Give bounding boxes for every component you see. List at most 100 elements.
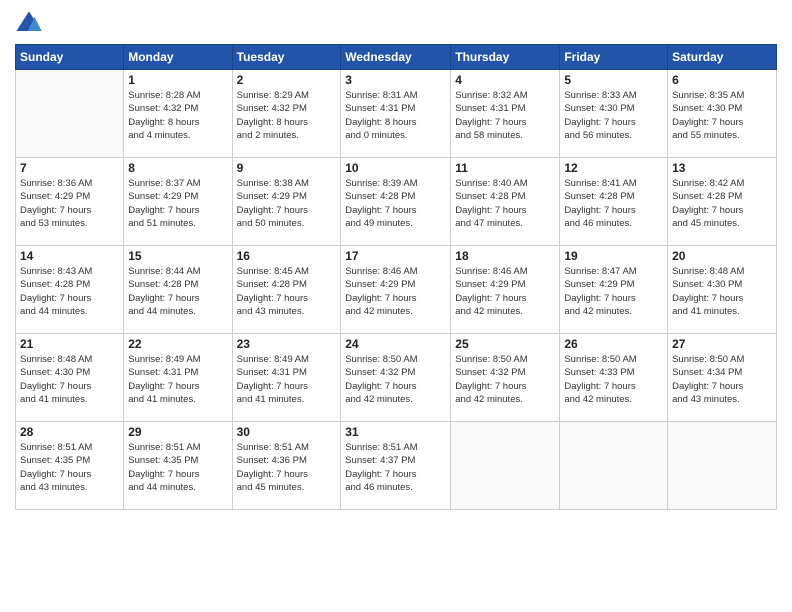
day-info: Sunrise: 8:42 AM Sunset: 4:28 PM Dayligh… [672, 177, 772, 230]
page: SundayMondayTuesdayWednesdayThursdayFrid… [0, 0, 792, 612]
day-number: 31 [345, 425, 446, 439]
day-info: Sunrise: 8:47 AM Sunset: 4:29 PM Dayligh… [564, 265, 663, 318]
calendar-cell: 20 Sunrise: 8:48 AM Sunset: 4:30 PM Dayli… [668, 246, 777, 334]
calendar-body: 1 Sunrise: 8:28 AM Sunset: 4:32 PM Daylig… [16, 70, 777, 510]
day-number: 21 [20, 337, 119, 351]
day-number: 28 [20, 425, 119, 439]
day-number: 25 [455, 337, 555, 351]
day-number: 19 [564, 249, 663, 263]
calendar-cell: 17 Sunrise: 8:46 AM Sunset: 4:29 PM Dayli… [341, 246, 451, 334]
day-number: 2 [237, 73, 337, 87]
day-info: Sunrise: 8:51 AM Sunset: 4:37 PM Dayligh… [345, 441, 446, 494]
day-info: Sunrise: 8:51 AM Sunset: 4:35 PM Dayligh… [128, 441, 227, 494]
calendar-cell: 14 Sunrise: 8:43 AM Sunset: 4:28 PM Dayli… [16, 246, 124, 334]
logo [15, 10, 45, 38]
day-info: Sunrise: 8:43 AM Sunset: 4:28 PM Dayligh… [20, 265, 119, 318]
day-number: 26 [564, 337, 663, 351]
calendar-cell: 18Sunrise: 8:46 AM Sunset: 4:29 PM Dayli… [451, 246, 560, 334]
calendar-cell: 15Sunrise: 8:44 AM Sunset: 4:28 PM Dayli… [124, 246, 232, 334]
logo-icon [15, 10, 43, 38]
calendar-week-2: 7Sunrise: 8:36 AM Sunset: 4:29 PM Daylig… [16, 158, 777, 246]
day-info: Sunrise: 8:35 AM Sunset: 4:30 PM Dayligh… [672, 89, 772, 142]
day-number: 8 [128, 161, 227, 175]
day-number: 30 [237, 425, 337, 439]
calendar-cell: 28 Sunrise: 8:51 AM Sunset: 4:35 PM Dayli… [16, 422, 124, 510]
day-number: 20 [672, 249, 772, 263]
day-info: Sunrise: 8:51 AM Sunset: 4:36 PM Dayligh… [237, 441, 337, 494]
calendar-cell: 22 Sunrise: 8:49 AM Sunset: 4:31 PM Dayli… [124, 334, 232, 422]
calendar-cell: 1 Sunrise: 8:28 AM Sunset: 4:32 PM Daylig… [124, 70, 232, 158]
calendar-cell: 9 Sunrise: 8:38 AM Sunset: 4:29 PM Daylig… [232, 158, 341, 246]
calendar-cell: 23 Sunrise: 8:49 AM Sunset: 4:31 PM Dayli… [232, 334, 341, 422]
calendar-week-3: 14 Sunrise: 8:43 AM Sunset: 4:28 PM Dayli… [16, 246, 777, 334]
calendar-cell [451, 422, 560, 510]
calendar-cell [668, 422, 777, 510]
day-info: Sunrise: 8:49 AM Sunset: 4:31 PM Dayligh… [237, 353, 337, 406]
calendar-cell: 5Sunrise: 8:33 AM Sunset: 4:30 PM Daylig… [560, 70, 668, 158]
day-number: 13 [672, 161, 772, 175]
day-number: 24 [345, 337, 446, 351]
day-number: 7 [20, 161, 119, 175]
day-info: Sunrise: 8:29 AM Sunset: 4:32 PM Dayligh… [237, 89, 337, 142]
day-info: Sunrise: 8:37 AM Sunset: 4:29 PM Dayligh… [128, 177, 227, 230]
day-info: Sunrise: 8:28 AM Sunset: 4:32 PM Dayligh… [128, 89, 227, 142]
weekday-header-sunday: Sunday [16, 45, 124, 70]
calendar-cell: 13 Sunrise: 8:42 AM Sunset: 4:28 PM Dayli… [668, 158, 777, 246]
calendar-week-4: 21 Sunrise: 8:48 AM Sunset: 4:30 PM Dayli… [16, 334, 777, 422]
day-info: Sunrise: 8:38 AM Sunset: 4:29 PM Dayligh… [237, 177, 337, 230]
day-info: Sunrise: 8:50 AM Sunset: 4:33 PM Dayligh… [564, 353, 663, 406]
day-number: 3 [345, 73, 446, 87]
day-number: 10 [345, 161, 446, 175]
day-info: Sunrise: 8:44 AM Sunset: 4:28 PM Dayligh… [128, 265, 227, 318]
calendar-week-1: 1 Sunrise: 8:28 AM Sunset: 4:32 PM Daylig… [16, 70, 777, 158]
day-number: 1 [128, 73, 227, 87]
calendar-cell: 8 Sunrise: 8:37 AM Sunset: 4:29 PM Daylig… [124, 158, 232, 246]
weekday-header-thursday: Thursday [451, 45, 560, 70]
day-info: Sunrise: 8:40 AM Sunset: 4:28 PM Dayligh… [455, 177, 555, 230]
calendar-cell: 21 Sunrise: 8:48 AM Sunset: 4:30 PM Dayli… [16, 334, 124, 422]
day-info: Sunrise: 8:31 AM Sunset: 4:31 PM Dayligh… [345, 89, 446, 142]
day-number: 18 [455, 249, 555, 263]
day-number: 6 [672, 73, 772, 87]
day-info: Sunrise: 8:39 AM Sunset: 4:28 PM Dayligh… [345, 177, 446, 230]
day-number: 16 [237, 249, 337, 263]
calendar-cell: 19 Sunrise: 8:47 AM Sunset: 4:29 PM Dayli… [560, 246, 668, 334]
calendar-cell: 31 Sunrise: 8:51 AM Sunset: 4:37 PM Dayli… [341, 422, 451, 510]
day-number: 29 [128, 425, 227, 439]
calendar-cell [16, 70, 124, 158]
day-info: Sunrise: 8:49 AM Sunset: 4:31 PM Dayligh… [128, 353, 227, 406]
day-number: 9 [237, 161, 337, 175]
calendar-cell: 25Sunrise: 8:50 AM Sunset: 4:32 PM Dayli… [451, 334, 560, 422]
weekday-header-friday: Friday [560, 45, 668, 70]
day-number: 14 [20, 249, 119, 263]
calendar-cell: 12 Sunrise: 8:41 AM Sunset: 4:28 PM Dayli… [560, 158, 668, 246]
calendar-cell: 2 Sunrise: 8:29 AM Sunset: 4:32 PM Daylig… [232, 70, 341, 158]
day-info: Sunrise: 8:46 AM Sunset: 4:29 PM Dayligh… [345, 265, 446, 318]
calendar-cell: 4Sunrise: 8:32 AM Sunset: 4:31 PM Daylig… [451, 70, 560, 158]
calendar-cell: 27Sunrise: 8:50 AM Sunset: 4:34 PM Dayli… [668, 334, 777, 422]
day-info: Sunrise: 8:41 AM Sunset: 4:28 PM Dayligh… [564, 177, 663, 230]
weekday-header-saturday: Saturday [668, 45, 777, 70]
day-number: 12 [564, 161, 663, 175]
day-info: Sunrise: 8:48 AM Sunset: 4:30 PM Dayligh… [20, 353, 119, 406]
day-info: Sunrise: 8:51 AM Sunset: 4:35 PM Dayligh… [20, 441, 119, 494]
day-number: 11 [455, 161, 555, 175]
header [15, 10, 777, 38]
day-info: Sunrise: 8:45 AM Sunset: 4:28 PM Dayligh… [237, 265, 337, 318]
day-number: 5 [564, 73, 663, 87]
weekday-header-monday: Monday [124, 45, 232, 70]
day-number: 27 [672, 337, 772, 351]
calendar-cell: 7Sunrise: 8:36 AM Sunset: 4:29 PM Daylig… [16, 158, 124, 246]
day-number: 23 [237, 337, 337, 351]
day-number: 17 [345, 249, 446, 263]
weekday-row: SundayMondayTuesdayWednesdayThursdayFrid… [16, 45, 777, 70]
day-info: Sunrise: 8:48 AM Sunset: 4:30 PM Dayligh… [672, 265, 772, 318]
calendar-cell: 10 Sunrise: 8:39 AM Sunset: 4:28 PM Dayli… [341, 158, 451, 246]
day-number: 22 [128, 337, 227, 351]
day-info: Sunrise: 8:50 AM Sunset: 4:32 PM Dayligh… [345, 353, 446, 406]
calendar-cell: 3 Sunrise: 8:31 AM Sunset: 4:31 PM Daylig… [341, 70, 451, 158]
calendar-cell: 29 Sunrise: 8:51 AM Sunset: 4:35 PM Dayli… [124, 422, 232, 510]
calendar-table: SundayMondayTuesdayWednesdayThursdayFrid… [15, 44, 777, 510]
calendar-cell: 6 Sunrise: 8:35 AM Sunset: 4:30 PM Daylig… [668, 70, 777, 158]
weekday-header-tuesday: Tuesday [232, 45, 341, 70]
